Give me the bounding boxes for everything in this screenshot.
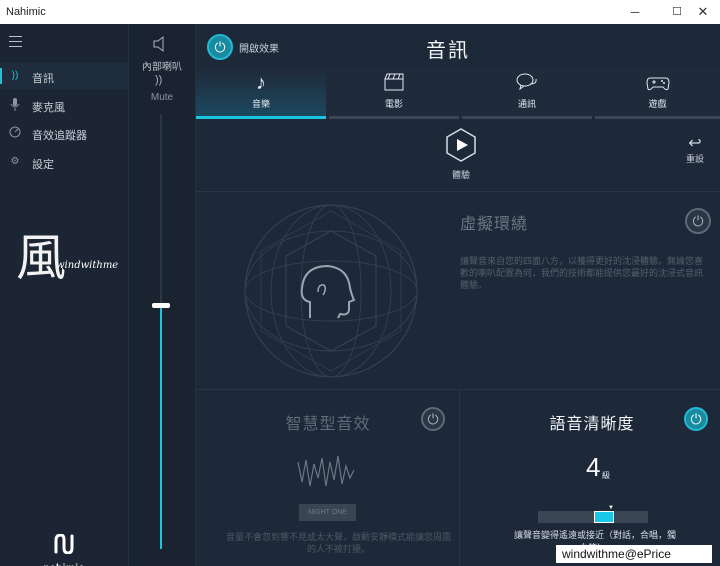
music-note-icon: ♪ xyxy=(256,72,266,94)
tab-indicator xyxy=(462,116,592,119)
volume-panel: 內部喇叭 )) Mute xyxy=(128,24,196,566)
tracker-icon xyxy=(8,126,22,140)
title-bar: Nahimic ─ ☐ ✕ xyxy=(0,0,720,24)
sphere-head-illustration xyxy=(244,204,418,378)
microphone-icon xyxy=(8,98,22,112)
tab-indicator xyxy=(595,116,720,119)
sidebar-item-label: 音效追蹤器 xyxy=(32,130,87,142)
tab-music[interactable]: ♪ 音樂 xyxy=(196,70,326,119)
sidebar-item-label: 音訊 xyxy=(32,73,54,85)
mute-icon[interactable]: )) xyxy=(155,74,162,86)
power-icon: ⏻ xyxy=(427,411,439,427)
nahimic-logo: nahimic xyxy=(38,533,90,566)
sidebar-item-settings[interactable]: ⚙ 設定 xyxy=(0,149,128,175)
device-label: 內部喇叭 xyxy=(142,62,182,73)
voice-level-value: 4 xyxy=(586,452,601,482)
gamepad-icon xyxy=(595,72,720,98)
play-label: 體驗 xyxy=(451,170,470,180)
tab-movie[interactable]: 電影 xyxy=(329,70,459,119)
sidebar-item-tracker[interactable]: 音效追蹤器 xyxy=(0,120,128,146)
smart-volume-section: 智慧型音效 ⏻ NIGHT ONE 音量不會忽到響不見或太大聲，啟動安靜模式能讓… xyxy=(196,390,460,566)
power-icon: ⏻ xyxy=(690,411,702,427)
reset-label: 重設 xyxy=(686,154,705,164)
voice-power-button[interactable]: ⏻ xyxy=(684,407,708,431)
voice-level-unit: 級 xyxy=(602,471,610,480)
voice-level-slider[interactable]: ▼ xyxy=(538,505,648,523)
reset-button[interactable]: ↩ 重設 xyxy=(686,136,704,165)
chat-bubbles-icon xyxy=(462,72,592,98)
watermark-text: windwithme xyxy=(56,260,119,271)
voice-clarity-section: 語音清晰度 ⏻ 4 級 ▼ 讓聲音變得遙遠或接近（對話，合唱，獨白等）。 xyxy=(460,390,720,566)
tab-bar: ♪ 音樂 電影 通訊 遊戲 xyxy=(196,70,720,119)
sidebar-item-label: 麥克風 xyxy=(32,102,65,114)
minimize-button[interactable]: ─ xyxy=(618,0,652,24)
gear-icon: ⚙ xyxy=(10,156,20,167)
voice-level-handle[interactable]: ▼ xyxy=(594,505,614,523)
tab-label: 電影 xyxy=(384,99,403,109)
window-title: Nahimic xyxy=(6,6,46,18)
sidebar-item-audio[interactable]: )) 音訊 xyxy=(0,63,128,89)
main-panel: ⏻ 開啟效果 音訊 ♪ 音樂 電影 通訊 遊戲 體驗 ↩ 重設 ⏻ 虛擬環繞 讓… xyxy=(196,24,720,566)
page-title: 音訊 xyxy=(426,40,470,62)
tab-indicator xyxy=(196,116,326,119)
tab-label: 遊戲 xyxy=(648,99,667,109)
clapperboard-icon xyxy=(329,72,459,98)
tab-label: 通訊 xyxy=(517,99,536,109)
tab-label: 音樂 xyxy=(251,99,270,109)
voice-title: 語音清晰度 xyxy=(549,416,635,433)
sidebar: )) 音訊 麥克風 音效追蹤器 ⚙ 設定 風 windwithme nahimi… xyxy=(0,24,128,566)
surround-title: 虛擬環繞 xyxy=(460,216,529,233)
effect-power-label: 開啟效果 xyxy=(239,44,279,55)
head-icon xyxy=(300,264,356,319)
virtual-surround-section: ⏻ 虛擬環繞 讓聲音來自您的四面八方，以獲得更好的沈浸體驗。無論您喜歡的喇叭配置… xyxy=(196,192,720,390)
slider-marker-icon: ▼ xyxy=(608,505,614,511)
sound-wave-icon: )) xyxy=(11,70,19,81)
volume-slider-fill xyxy=(160,305,162,549)
tab-communication[interactable]: 通訊 xyxy=(462,70,592,119)
sidebar-item-label: 設定 xyxy=(32,159,54,171)
watermark-logo: 風 windwithme xyxy=(14,228,124,298)
effect-power-button[interactable]: ⏻ xyxy=(207,34,233,60)
play-row: 體驗 ↩ 重設 xyxy=(196,120,720,192)
tab-game[interactable]: 遊戲 xyxy=(595,70,720,119)
play-icon xyxy=(457,139,468,151)
play-button[interactable] xyxy=(444,128,478,162)
mute-label[interactable]: Mute xyxy=(129,92,195,103)
night-mode-button[interactable]: NIGHT ONE xyxy=(299,504,356,521)
power-icon: ⏻ xyxy=(214,39,226,55)
bottom-sections: 智慧型音效 ⏻ NIGHT ONE 音量不會忽到響不見或太大聲，啟動安靜模式能讓… xyxy=(196,390,720,566)
tab-indicator xyxy=(329,116,459,119)
close-button[interactable]: ✕ xyxy=(686,0,720,24)
watermark-overlay: windwithme@ePrice xyxy=(556,545,712,563)
waveform-icon xyxy=(297,455,355,487)
hamburger-menu-icon[interactable] xyxy=(9,36,22,47)
speaker-icon[interactable] xyxy=(151,34,171,59)
power-icon: ⏻ xyxy=(692,213,704,229)
nahimic-logo-icon xyxy=(54,533,74,555)
volume-slider-thumb[interactable] xyxy=(152,303,170,309)
surround-power-button[interactable]: ⏻ xyxy=(685,208,711,234)
sidebar-item-microphone[interactable]: 麥克風 xyxy=(0,92,128,118)
surround-description: 讓聲音來自您的四面八方，以獲得更好的沈浸體驗。無論您喜歡的喇叭配置為何，我們的技… xyxy=(460,256,704,290)
header: ⏻ 開啟效果 音訊 xyxy=(196,24,720,72)
watermark-char: 風 xyxy=(16,229,66,287)
smart-description: 音量不會忽到響不見或太大聲，啟動安靜模式能讓您周圍的人不被打擾。 xyxy=(226,532,452,554)
smart-power-button[interactable]: ⏻ xyxy=(421,407,445,431)
undo-arrow-icon: ↩ xyxy=(688,135,702,152)
